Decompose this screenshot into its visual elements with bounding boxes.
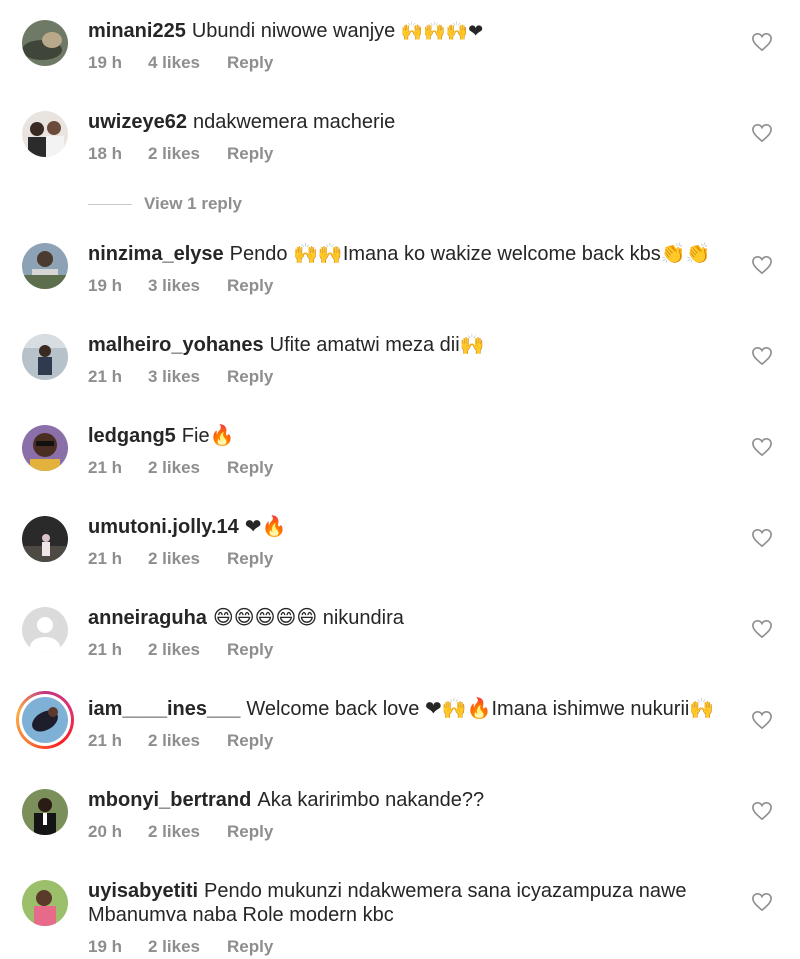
avatar[interactable] xyxy=(22,243,68,289)
avatar[interactable] xyxy=(22,607,68,653)
avatar[interactable] xyxy=(22,516,68,562)
avatar[interactable] xyxy=(22,334,68,380)
view-replies-label: View 1 reply xyxy=(144,194,242,213)
comment-text: Ubundi niwowe wanjye xyxy=(191,20,396,42)
comment-time: 21 h xyxy=(88,458,123,477)
avatar[interactable] xyxy=(16,691,74,749)
heart-outline-icon[interactable] xyxy=(751,619,773,639)
comment-text: Pendo 🙌🙌Imana ko wakize welcome back kbs… xyxy=(229,243,711,265)
reply-button[interactable]: Reply xyxy=(227,367,273,387)
comment-username[interactable]: umutoni.jolly.14 xyxy=(88,516,239,538)
comment-likes[interactable]: 2 likes xyxy=(148,822,227,842)
heart-outline-icon[interactable] xyxy=(751,32,773,52)
comment-time: 19 h xyxy=(88,276,123,295)
avatar[interactable] xyxy=(22,425,68,471)
comment-username[interactable]: iam____ines___ xyxy=(88,698,240,720)
heart-outline-icon[interactable] xyxy=(751,437,773,457)
comment-username[interactable]: anneiraguha xyxy=(88,607,207,629)
heart-outline-icon[interactable] xyxy=(751,346,773,366)
reply-button[interactable]: Reply xyxy=(227,731,273,751)
comment-username[interactable]: malheiro_yohanes xyxy=(88,334,264,356)
comment-username[interactable]: minani225 xyxy=(88,20,186,42)
comment-text: Welcome back love ❤🙌🔥Imana ishimwe nukur… xyxy=(246,698,715,720)
reply-button[interactable]: Reply xyxy=(227,549,273,569)
reply-button[interactable]: Reply xyxy=(227,822,273,842)
comment-likes[interactable]: 2 likes xyxy=(148,731,227,751)
comment-emoji: 🙌🙌🙌❤ xyxy=(400,21,484,42)
comment-time: 21 h xyxy=(88,731,123,750)
heart-outline-icon[interactable] xyxy=(751,123,773,143)
avatar[interactable] xyxy=(22,880,68,926)
comment-text: Fie🔥 xyxy=(181,425,235,447)
comment-likes[interactable]: 4 likes xyxy=(148,53,227,73)
comment-text: 😄😄😄😄😄 nikundira xyxy=(212,607,404,629)
comment-text: Ufite amatwi meza dii🙌 xyxy=(269,334,485,356)
comment-time: 19 h xyxy=(88,53,123,72)
comment-likes[interactable]: 2 likes xyxy=(148,144,227,164)
heart-outline-icon[interactable] xyxy=(751,892,773,912)
comment-likes[interactable]: 2 likes xyxy=(148,640,227,660)
comment-username[interactable]: ledgang5 xyxy=(88,425,176,447)
comment-time: 21 h xyxy=(88,367,123,386)
reply-button[interactable]: Reply xyxy=(227,458,273,478)
reply-button[interactable]: Reply xyxy=(227,144,273,164)
comment-text: Aka karirimbo nakande?? xyxy=(257,789,485,811)
comment-likes[interactable]: 3 likes xyxy=(148,367,227,387)
comment-text: ndakwemera macherie xyxy=(192,111,396,133)
comment-time: 19 h xyxy=(88,937,123,956)
avatar[interactable] xyxy=(22,20,68,66)
comment-likes[interactable]: 2 likes xyxy=(148,937,227,957)
heart-outline-icon[interactable] xyxy=(751,528,773,548)
comment-time: 20 h xyxy=(88,822,123,841)
comment-likes[interactable]: 3 likes xyxy=(148,276,227,296)
heart-outline-icon[interactable] xyxy=(751,801,773,821)
heart-outline-icon[interactable] xyxy=(751,255,773,275)
reply-button[interactable]: Reply xyxy=(227,640,273,660)
comment-time: 21 h xyxy=(88,549,123,568)
comment-time: 21 h xyxy=(88,640,123,659)
comment-username[interactable]: mbonyi_bertrand xyxy=(88,789,251,811)
reply-button[interactable]: Reply xyxy=(227,53,273,73)
comment-username[interactable]: uyisabyetiti xyxy=(88,880,198,902)
view-replies-button[interactable]: View 1 reply xyxy=(88,194,242,213)
avatar[interactable] xyxy=(22,789,68,835)
comment-text: ❤🔥 xyxy=(244,516,287,538)
reply-button[interactable]: Reply xyxy=(227,937,273,957)
comment-time: 18 h xyxy=(88,144,123,163)
comment-username[interactable]: uwizeye62 xyxy=(88,111,187,133)
avatar[interactable] xyxy=(22,111,68,157)
divider xyxy=(88,204,132,206)
heart-outline-icon[interactable] xyxy=(751,710,773,730)
comment-username[interactable]: ninzima_elyse xyxy=(88,243,224,265)
comment-likes[interactable]: 2 likes xyxy=(148,458,227,478)
comment-likes[interactable]: 2 likes xyxy=(148,549,227,569)
reply-button[interactable]: Reply xyxy=(227,276,273,296)
